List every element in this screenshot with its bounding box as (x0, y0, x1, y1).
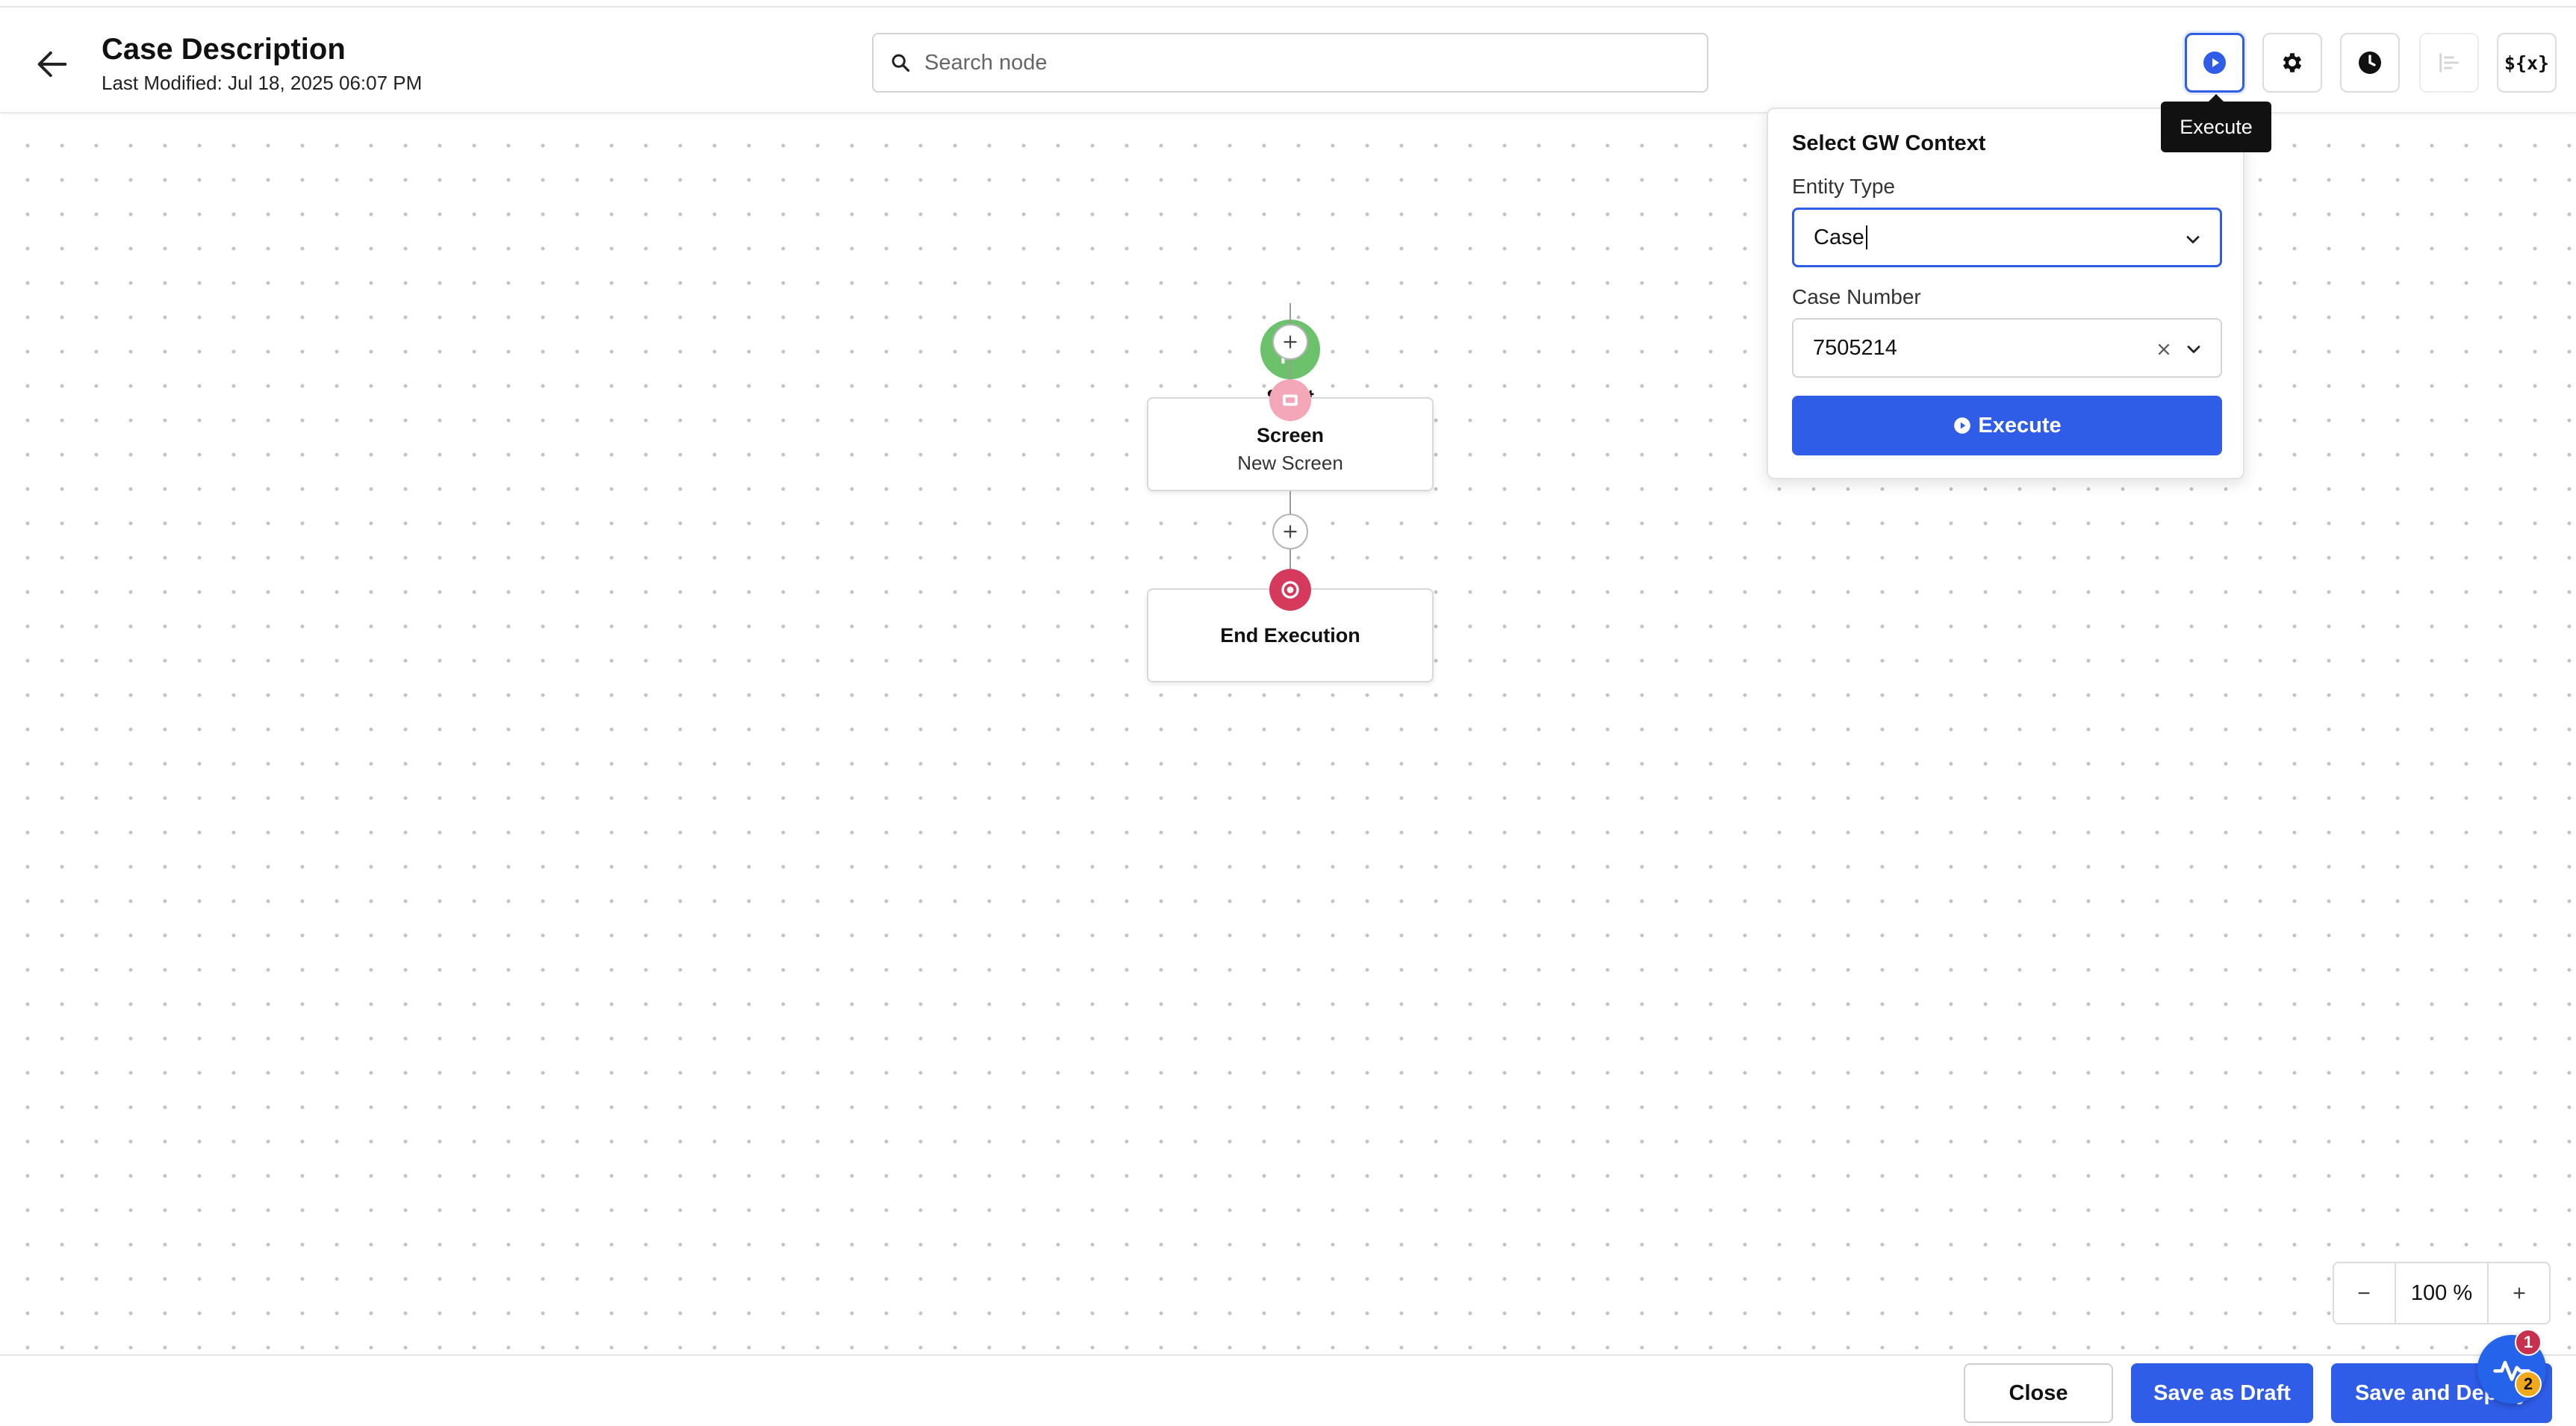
variables-button[interactable]: ${x} (2497, 33, 2557, 93)
history-button[interactable] (2340, 33, 2400, 93)
search-input[interactable] (924, 50, 1671, 75)
execute-tooltip: Execute (2161, 94, 2271, 152)
execute-button-label: Execute (1978, 413, 2062, 438)
entity-type-select[interactable]: Case (1792, 208, 2222, 267)
popover-title: Select GW Context (1792, 131, 1986, 155)
text-cursor (1865, 225, 1867, 249)
zoom-in-button[interactable] (2489, 1263, 2549, 1323)
variables-label: ${x} (2504, 52, 2550, 74)
stop-icon (1269, 569, 1311, 611)
zoom-level: 100 % (2394, 1263, 2489, 1323)
top-edge (0, 0, 2576, 7)
play-circle-icon (2203, 52, 2226, 74)
case-number-value: 7505214 (1813, 335, 1897, 360)
align-icon (2439, 53, 2459, 72)
entity-type-value: Case (1814, 225, 1864, 249)
execute-submit-button[interactable]: Execute (1792, 396, 2222, 455)
editor-header: Case Description Last Modified: Jul 18, … (0, 7, 2576, 113)
search-icon (892, 54, 910, 72)
add-node-button[interactable] (1272, 324, 1308, 360)
editor-footer: Close Save as Draft Save and Deploy (0, 1354, 2576, 1426)
end-node-title: End Execution (1220, 624, 1360, 647)
save-as-draft-button[interactable]: Save as Draft (2131, 1363, 2313, 1423)
case-number-select[interactable]: 7505214 (1792, 318, 2222, 378)
clear-icon[interactable] (2155, 340, 2173, 358)
notification-badge-amber: 2 (2515, 1371, 2542, 1398)
add-node-button[interactable] (1272, 514, 1308, 549)
screen-node-title: Screen (1256, 424, 1325, 446)
entity-type-label: Entity Type (1792, 175, 1896, 198)
search-node-field[interactable] (872, 33, 1708, 93)
zoom-out-button[interactable] (2334, 1263, 2395, 1323)
chevron-down-icon[interactable] (2183, 339, 2204, 360)
settings-button[interactable] (2262, 33, 2322, 93)
play-circle-icon (1954, 417, 1971, 434)
case-number-label: Case Number (1792, 285, 1921, 308)
execute-context-popover: Select GW Context Entity Type Case Case … (1767, 108, 2244, 479)
notification-badge-red: 1 (2515, 1329, 2542, 1356)
clock-icon (2359, 52, 2381, 74)
screen-node-subtitle: New Screen (1237, 452, 1343, 474)
chevron-down-icon[interactable] (2183, 229, 2203, 250)
execute-button[interactable] (2185, 33, 2244, 93)
back-arrow-icon[interactable] (33, 45, 72, 84)
plus-icon (2513, 1287, 2525, 1299)
plus-icon (1284, 335, 1297, 349)
screen-icon (1269, 379, 1311, 421)
page-title: Case Description (102, 33, 346, 66)
plus-icon (1284, 525, 1297, 538)
close-button[interactable]: Close (1964, 1363, 2113, 1423)
gear-icon (2283, 53, 2302, 72)
last-modified: Last Modified: Jul 18, 2025 06:07 PM (102, 72, 423, 94)
minus-icon (2358, 1292, 2371, 1295)
zoom-control: 100 % (2333, 1262, 2551, 1324)
align-button[interactable] (2419, 33, 2479, 93)
